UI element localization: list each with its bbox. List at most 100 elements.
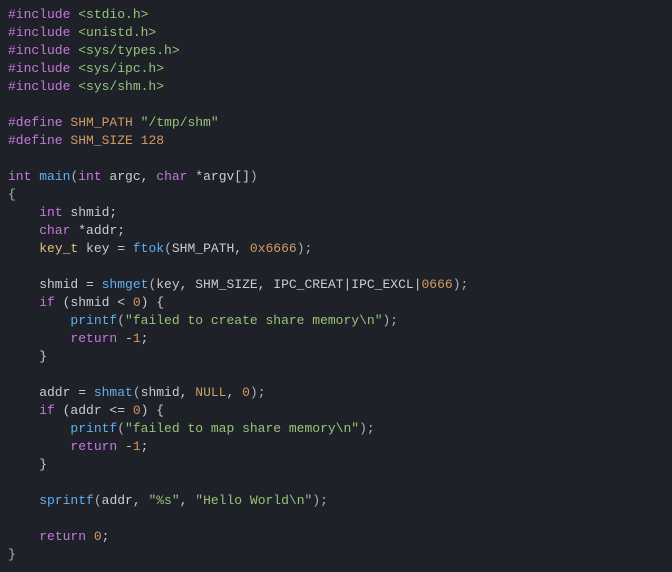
code-line: sprintf(addr, "%s", "Hello World\n");	[8, 493, 328, 508]
code-token: );	[359, 421, 375, 436]
code-token: argc,	[102, 169, 157, 184]
code-line: #include <sys/shm.h>	[8, 79, 164, 94]
code-token: <sys/ipc.h>	[78, 61, 164, 76]
code-token	[8, 331, 70, 346]
code-token: shmid,	[141, 385, 196, 400]
code-token: ,	[180, 493, 196, 508]
code-token: 1	[133, 439, 141, 454]
code-token	[8, 295, 39, 310]
code-token: "%s"	[148, 493, 179, 508]
code-token: ftok	[133, 241, 164, 256]
code-token: printf	[70, 313, 117, 328]
code-token: return	[70, 439, 117, 454]
code-token: key =	[78, 241, 133, 256]
code-token: (	[133, 385, 141, 400]
code-token: {	[8, 187, 16, 202]
code-token: "failed to map share memory\n"	[125, 421, 359, 436]
code-token: 0	[242, 385, 250, 400]
code-token: (shmid <	[55, 295, 133, 310]
code-token: ;	[102, 529, 110, 544]
code-line: printf("failed to create share memory\n"…	[8, 313, 398, 328]
code-line: char *addr;	[8, 223, 125, 238]
code-token: key, SHM_SIZE, IPC_CREAT|IPC_EXCL|	[156, 277, 421, 292]
code-line: #include <sys/types.h>	[8, 43, 180, 58]
code-token: (	[117, 313, 125, 328]
code-token: "Hello World\n"	[195, 493, 312, 508]
code-token: (	[117, 421, 125, 436]
code-token: #define	[8, 133, 70, 148]
code-line: #include <sys/ipc.h>	[8, 61, 164, 76]
code-line: {	[8, 187, 16, 202]
code-token: (addr <=	[55, 403, 133, 418]
code-line: return 0;	[8, 529, 109, 544]
code-token	[8, 493, 39, 508]
code-token: if	[39, 403, 55, 418]
code-token: -	[117, 331, 133, 346]
code-token	[8, 205, 39, 220]
code-token: shmget	[102, 277, 149, 292]
code-line: #define SHM_PATH "/tmp/shm"	[8, 115, 219, 130]
code-token: shmid =	[8, 277, 102, 292]
code-token: char	[156, 169, 187, 184]
code-token: );	[453, 277, 469, 292]
code-token: if	[39, 295, 55, 310]
code-token: #include	[8, 61, 78, 76]
code-token: char	[39, 223, 70, 238]
code-token: main	[39, 169, 70, 184]
code-token: 0	[133, 403, 141, 418]
code-line: }	[8, 547, 16, 562]
code-line: return -1;	[8, 331, 148, 346]
code-token: #include	[8, 43, 78, 58]
code-line: if (addr <= 0) {	[8, 403, 164, 418]
code-token	[8, 241, 39, 256]
code-block: #include <stdio.h> #include <unistd.h> #…	[0, 0, 672, 570]
code-line: }	[8, 457, 47, 472]
code-line: addr = shmat(shmid, NULL, 0);	[8, 385, 266, 400]
code-token	[8, 421, 70, 436]
code-token: int	[39, 205, 62, 220]
code-token: 0666	[422, 277, 453, 292]
code-line: printf("failed to map share memory\n");	[8, 421, 375, 436]
code-line: #include <stdio.h>	[8, 7, 148, 22]
code-token: shmid;	[63, 205, 118, 220]
code-token: <sys/shm.h>	[78, 79, 164, 94]
code-token: 0	[94, 529, 102, 544]
code-token: SHM_PATH	[70, 115, 140, 130]
code-token: int	[78, 169, 101, 184]
code-token: 0x6666	[250, 241, 297, 256]
code-token: #include	[8, 25, 78, 40]
code-token: )	[250, 169, 258, 184]
code-token: 128	[141, 133, 164, 148]
code-token: );	[250, 385, 266, 400]
code-token: return	[70, 331, 117, 346]
code-token: ) {	[141, 295, 164, 310]
code-token: <stdio.h>	[78, 7, 148, 22]
code-token: }	[8, 547, 16, 562]
code-line: int shmid;	[8, 205, 117, 220]
code-token: -	[117, 439, 133, 454]
code-token: ;	[141, 439, 149, 454]
code-token: (	[164, 241, 172, 256]
code-token: addr,	[102, 493, 149, 508]
code-token: SHM_PATH,	[172, 241, 250, 256]
code-token	[8, 529, 39, 544]
code-token: }	[8, 457, 47, 472]
code-line: int main(int argc, char *argv[])	[8, 169, 258, 184]
code-token: sprintf	[39, 493, 94, 508]
code-token: *addr;	[70, 223, 125, 238]
code-token: ,	[226, 385, 242, 400]
code-token: "failed to create share memory\n"	[125, 313, 382, 328]
code-token: <sys/types.h>	[78, 43, 179, 58]
code-token: ;	[141, 331, 149, 346]
code-token: );	[383, 313, 399, 328]
code-token: (	[94, 493, 102, 508]
code-token: ) {	[141, 403, 164, 418]
code-token	[86, 529, 94, 544]
code-line: #include <unistd.h>	[8, 25, 156, 40]
code-token	[8, 223, 39, 238]
code-token: }	[8, 349, 47, 364]
code-token: NULL	[195, 385, 226, 400]
code-token: #include	[8, 7, 78, 22]
code-token: *argv[]	[187, 169, 249, 184]
code-line: if (shmid < 0) {	[8, 295, 164, 310]
